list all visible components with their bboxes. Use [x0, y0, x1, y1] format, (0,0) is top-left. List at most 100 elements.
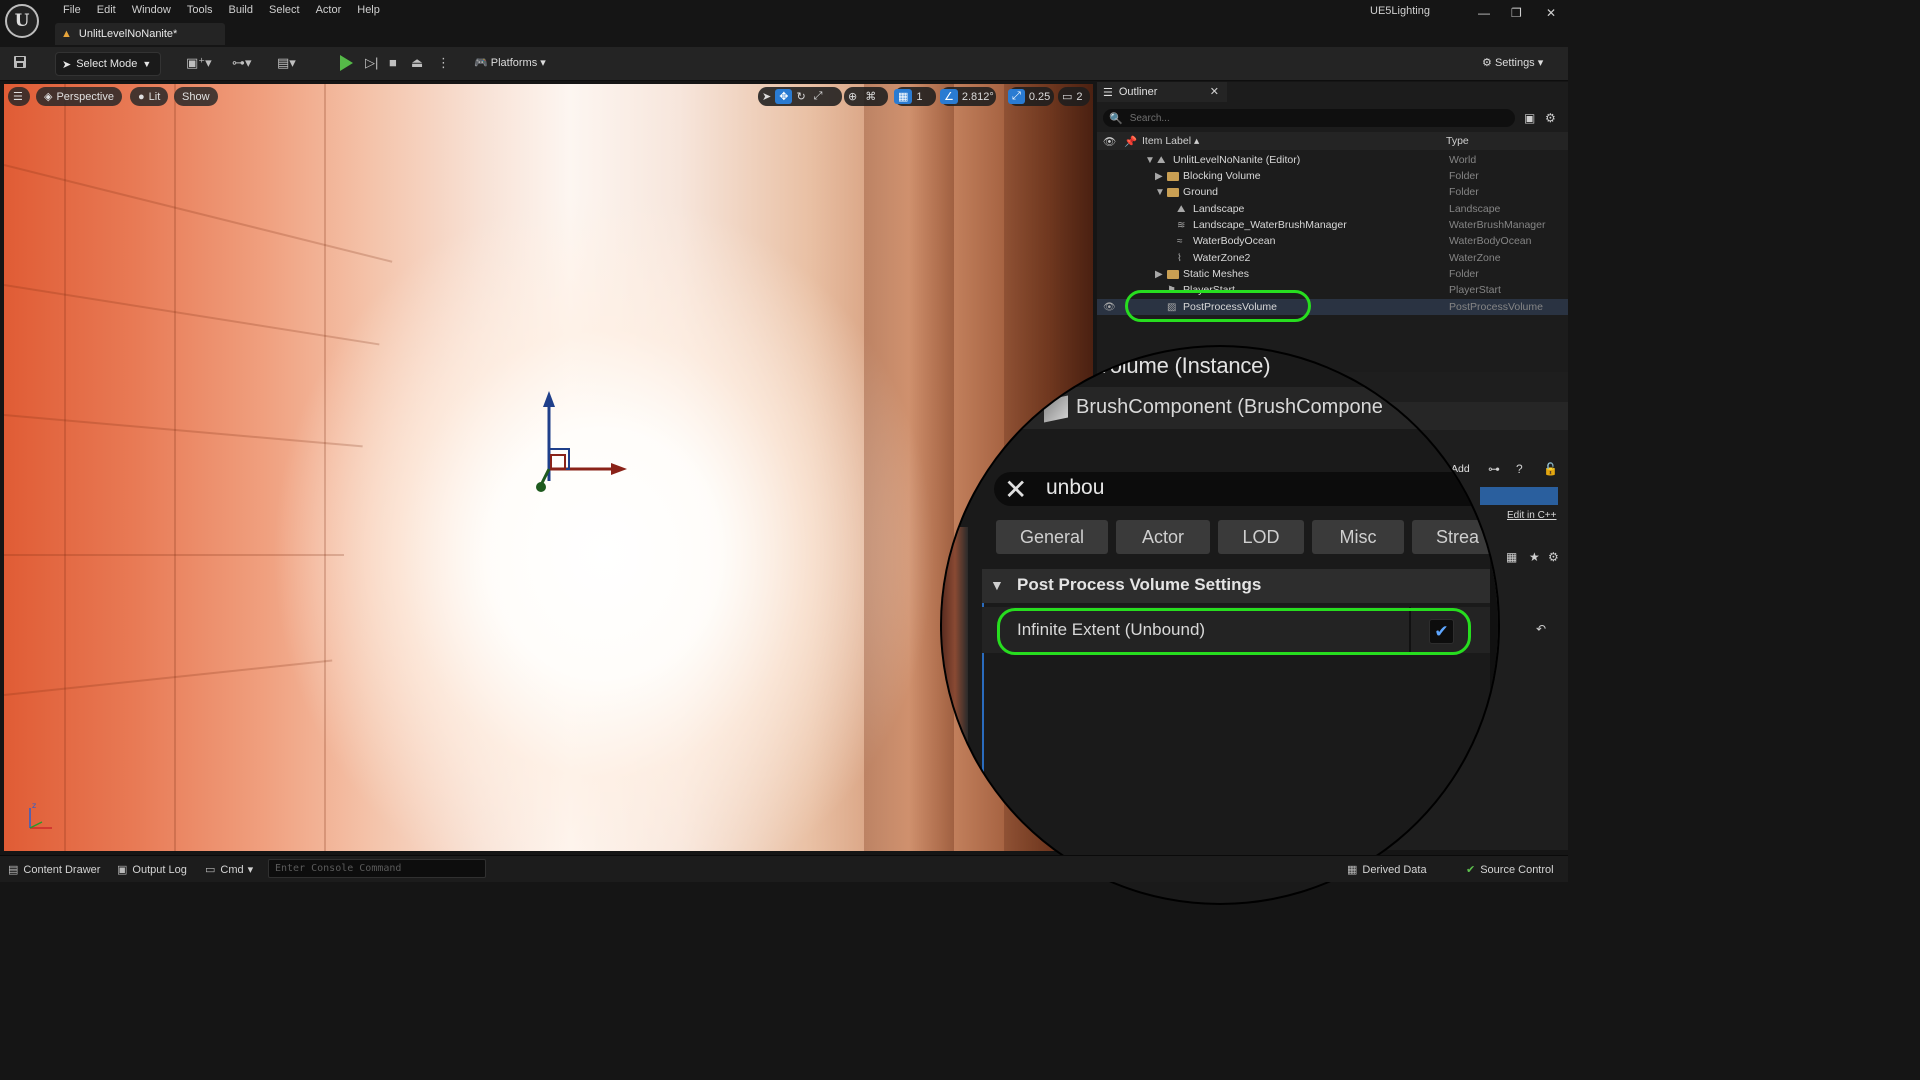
- visibility-eye-icon[interactable]: 👁: [1103, 302, 1116, 313]
- scale-snap[interactable]: ⤢ 0.25: [1008, 87, 1054, 106]
- search-icon: 🔍: [1109, 112, 1123, 125]
- source-control-button[interactable]: ✔ Source Control: [1466, 863, 1554, 877]
- grid-view-icon[interactable]: ▦: [1506, 550, 1517, 564]
- gear-icon[interactable]: ⚙: [1548, 550, 1559, 564]
- cube-icon: ◈: [44, 91, 53, 103]
- camera-speed[interactable]: ▭ 2: [1058, 87, 1090, 106]
- rotation-snap[interactable]: ∠ 2.812°: [940, 87, 996, 106]
- menu-select[interactable]: Select: [261, 3, 308, 17]
- derived-data-button[interactable]: ▦ Derived Data: [1347, 863, 1427, 877]
- close-button[interactable]: ✕: [1546, 6, 1556, 20]
- outliner-search-placeholder: Search...: [1129, 112, 1170, 124]
- save-icon[interactable]: [13, 55, 27, 72]
- lock-icon[interactable]: 🔓: [1543, 462, 1558, 476]
- outliner-row[interactable]: ≋ Landscape_WaterBrushManager WaterBrush…: [1097, 217, 1568, 233]
- post-process-section-header[interactable]: ▼ Post Process Volume Settings: [982, 569, 1498, 603]
- level-viewport[interactable]: ☰ ◈ Perspective ● Lit Show ➤ ✥ ↻ ⤢ ⊕ ⌘ ▦…: [4, 84, 1093, 851]
- menu-actor[interactable]: Actor: [308, 3, 350, 17]
- select-tool-icon[interactable]: ➤: [758, 90, 775, 103]
- lit-button[interactable]: ● Lit: [130, 87, 169, 106]
- folder-open-icon: [1167, 188, 1179, 200]
- add-folder-icon[interactable]: ▣: [1524, 111, 1535, 125]
- cinematics-icon[interactable]: ▤▾: [277, 55, 296, 71]
- title-bar: U File Edit Window Tools Build Select Ac…: [0, 0, 1568, 47]
- grid-snap[interactable]: ▦ 1: [894, 87, 936, 106]
- scale-tool-icon[interactable]: ⤢: [810, 90, 827, 103]
- blueprint-icon[interactable]: ⊶▾: [232, 55, 252, 71]
- clear-search-icon[interactable]: ✕: [1004, 473, 1027, 506]
- output-log-button[interactable]: ▣ Output Log: [117, 863, 187, 877]
- hamburger-menu-icon[interactable]: ☰: [8, 87, 30, 106]
- gear-icon[interactable]: ⚙: [1545, 111, 1556, 125]
- outliner-row[interactable]: ▶ Blocking Volume Folder: [1097, 168, 1568, 184]
- close-icon[interactable]: ✕: [1210, 85, 1219, 98]
- edit-in-cpp-link[interactable]: Edit in C++: [1507, 510, 1556, 521]
- pin-column-icon[interactable]: 📌: [1124, 135, 1137, 148]
- visibility-column-icon[interactable]: 👁: [1103, 135, 1116, 148]
- outliner-search-input[interactable]: 🔍 Search...: [1103, 109, 1515, 127]
- platforms-dropdown[interactable]: 🎮 Platforms ▾: [474, 56, 546, 69]
- help-icon[interactable]: ?: [1516, 462, 1523, 476]
- level-tab-label: UnlitLevelNoNanite*: [78, 28, 178, 40]
- expand-arrow-icon[interactable]: ▶: [1155, 269, 1163, 280]
- level-tab[interactable]: ▲ UnlitLevelNoNanite*: [55, 23, 225, 45]
- outliner-row[interactable]: ▼ ⛰ UnlitLevelNoNanite (Editor) World: [1097, 152, 1568, 168]
- lit-sphere-icon: ●: [138, 90, 145, 103]
- restore-button[interactable]: ❐: [1511, 6, 1522, 20]
- select-mode-label: Select Mode: [76, 58, 138, 70]
- perspective-button[interactable]: ◈ Perspective: [36, 87, 122, 106]
- brick-line: [4, 414, 363, 448]
- menu-edit[interactable]: Edit: [89, 3, 124, 17]
- output-log-icon: ▣: [117, 864, 128, 876]
- surface-snap-icon[interactable]: ⌘: [861, 90, 880, 103]
- outliner-tab[interactable]: ☰ Outliner ✕: [1097, 82, 1227, 102]
- filter-general-button[interactable]: General: [996, 520, 1108, 554]
- menu-tools[interactable]: Tools: [179, 3, 221, 17]
- details-search-input[interactable]: ✕ unbou: [994, 472, 1498, 506]
- item-label-column[interactable]: Item Label ▴: [1142, 135, 1199, 147]
- row-name: Ground: [1183, 186, 1219, 198]
- translate-tool-icon[interactable]: ✥: [775, 89, 793, 104]
- menu-build[interactable]: Build: [221, 3, 261, 17]
- unreal-logo-icon[interactable]: U: [5, 4, 39, 38]
- minimize-button[interactable]: —: [1478, 6, 1490, 20]
- brick-line: [324, 84, 326, 851]
- content-drawer-button[interactable]: ▤ Content Drawer: [8, 863, 100, 877]
- filter-misc-button[interactable]: Misc: [1312, 520, 1404, 554]
- row-type: Folder: [1449, 268, 1479, 280]
- type-column[interactable]: Type: [1446, 135, 1469, 147]
- menu-bar: File Edit Window Tools Build Select Acto…: [55, 3, 388, 17]
- reset-to-default-icon[interactable]: ↶: [1536, 622, 1546, 636]
- eject-icon[interactable]: ⏏: [411, 55, 423, 71]
- filter-actor-button[interactable]: Actor: [1116, 520, 1210, 554]
- menu-help[interactable]: Help: [349, 3, 388, 17]
- filter-streaming-button[interactable]: Strea: [1412, 520, 1498, 554]
- rotate-tool-icon[interactable]: ↻: [792, 90, 809, 103]
- outliner-row[interactable]: ⛰ Landscape Landscape: [1097, 201, 1568, 217]
- world-space-icon[interactable]: ⊕: [844, 90, 861, 103]
- select-mode-dropdown[interactable]: ➤ Select Mode ▼: [55, 52, 161, 76]
- collapse-arrow-icon[interactable]: ▼: [1155, 187, 1165, 198]
- cmd-dropdown[interactable]: ▭ Cmd ▾: [205, 863, 253, 877]
- menu-file[interactable]: File: [55, 3, 89, 17]
- add-actor-icon[interactable]: ▣⁺▾: [186, 55, 212, 71]
- outliner-row[interactable]: ⌇ WaterZone2 WaterZone: [1097, 250, 1568, 266]
- star-icon[interactable]: ★: [1529, 550, 1540, 564]
- settings-dropdown[interactable]: ⚙ Settings ▾: [1482, 56, 1543, 69]
- stop-icon[interactable]: ■: [389, 55, 397, 70]
- collapse-arrow-icon[interactable]: ▼: [1145, 155, 1155, 166]
- console-input[interactable]: Enter Console Command: [268, 859, 486, 878]
- svg-text:z: z: [32, 801, 36, 810]
- outliner-row[interactable]: ▼ Ground Folder: [1097, 184, 1568, 200]
- show-button[interactable]: Show: [174, 87, 218, 106]
- translate-gizmo[interactable]: [529, 389, 639, 494]
- cursor-arrow-icon: ➤: [62, 58, 72, 71]
- filter-lod-button[interactable]: LOD: [1218, 520, 1304, 554]
- menu-window[interactable]: Window: [124, 3, 179, 17]
- advance-frame-icon[interactable]: ▷|: [365, 55, 378, 71]
- play-button[interactable]: [340, 55, 353, 71]
- more-options-icon[interactable]: ⋮: [437, 55, 450, 71]
- outliner-row[interactable]: ▶ Static Meshes Folder: [1097, 266, 1568, 282]
- expand-arrow-icon[interactable]: ▶: [1155, 171, 1163, 182]
- outliner-row[interactable]: ≈ WaterBodyOcean WaterBodyOcean: [1097, 233, 1568, 249]
